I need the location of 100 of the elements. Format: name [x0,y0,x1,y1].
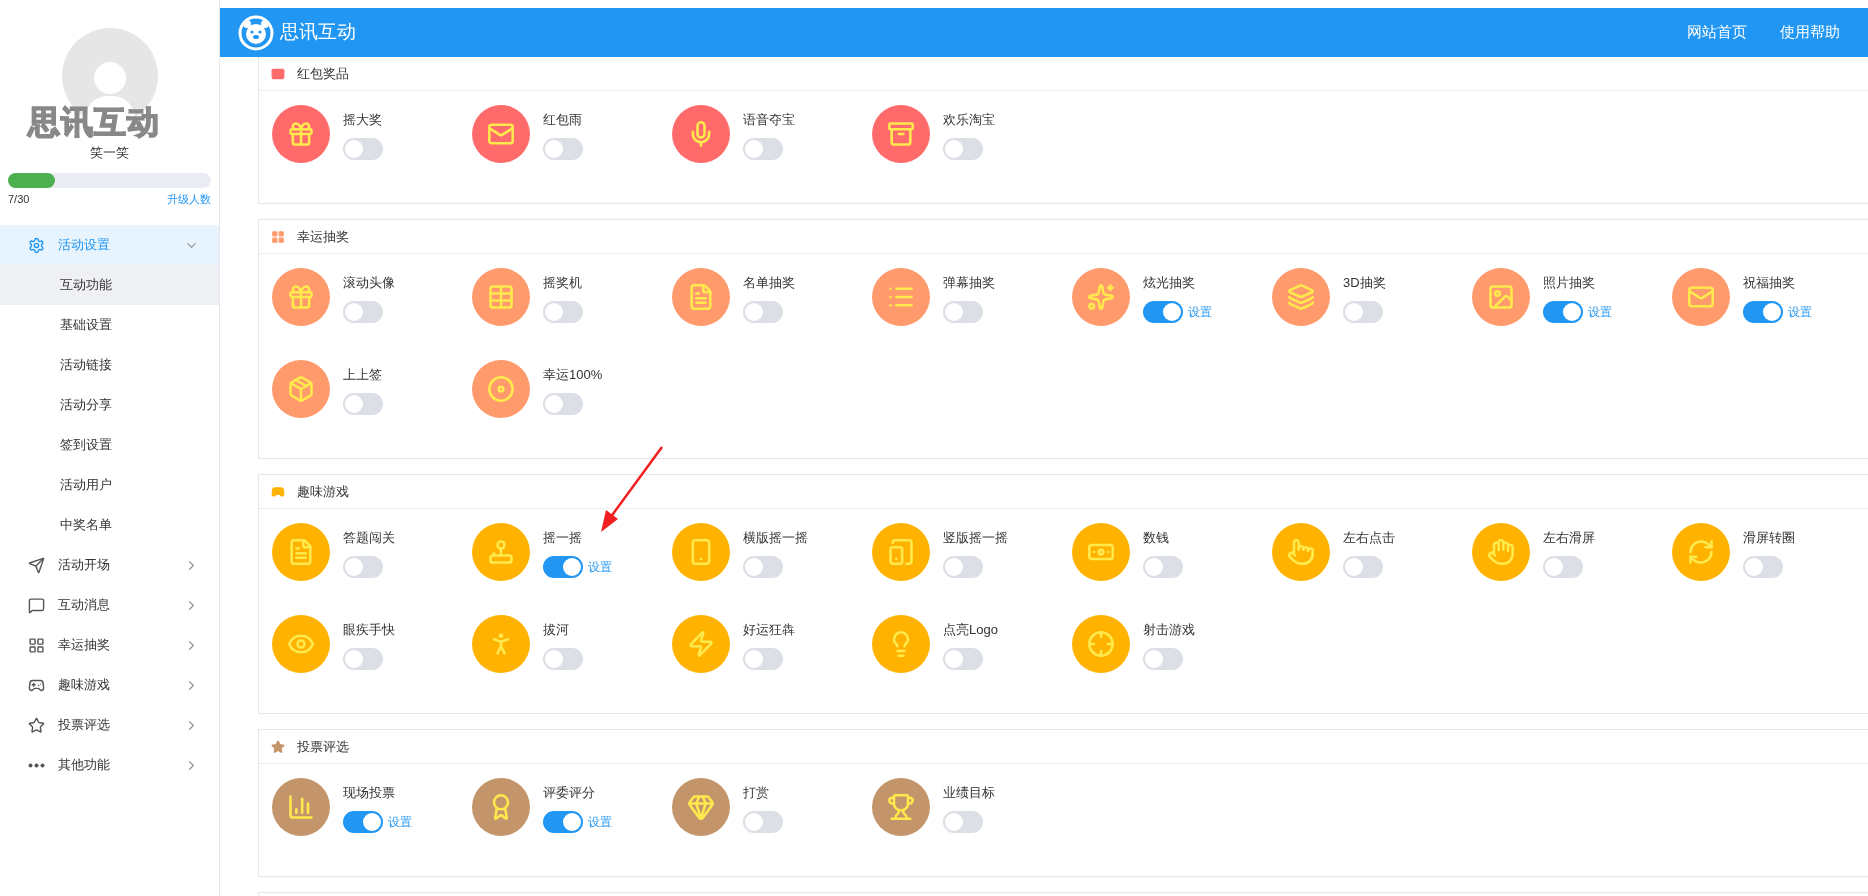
toggle-switch[interactable] [1343,300,1383,323]
feature-glyph-icon [887,120,915,148]
feature-glyph-icon [487,283,515,311]
toggle-switch[interactable] [943,647,983,670]
feature-icon[interactable] [1672,523,1730,581]
feature-icon[interactable] [272,523,330,581]
feature-icon[interactable] [672,105,730,163]
submenu-item[interactable]: 活动分享 [0,385,219,425]
feature-icon[interactable] [672,523,730,581]
toggle-switch[interactable] [943,137,983,160]
feature-icon[interactable] [872,105,930,163]
feature-icon[interactable] [472,105,530,163]
submenu-item[interactable]: 活动链接 [0,345,219,385]
toggle-switch[interactable] [543,137,583,160]
feature-icon[interactable] [1272,523,1330,581]
feature-icon[interactable] [672,268,730,326]
menu-item[interactable]: 趣味游戏 [0,665,219,705]
toggle-switch[interactable] [543,810,583,833]
feature-label: 眼疾手快 [343,621,395,639]
menu-item[interactable]: 幸运抽奖 [0,625,219,665]
toggle-switch[interactable] [743,555,783,578]
feature-icon[interactable] [472,778,530,836]
toggle-switch[interactable] [943,810,983,833]
toggle-switch[interactable] [543,392,583,415]
submenu-item[interactable]: 活动用户 [0,465,219,505]
toggle-switch[interactable] [543,300,583,323]
feature-glyph-icon [1687,538,1715,566]
toggle-switch[interactable] [343,555,383,578]
feature-icon[interactable] [872,615,930,673]
menu-item[interactable]: 互动消息 [0,585,219,625]
feature-icon[interactable] [1472,523,1530,581]
feature-icon[interactable] [272,268,330,326]
feature-icon[interactable] [1272,268,1330,326]
toggle-switch[interactable] [1543,555,1583,578]
toggle-switch[interactable] [743,810,783,833]
feature-icon[interactable] [272,105,330,163]
menu-item[interactable]: 活动开场 [0,545,219,585]
feature-label: 炫光抽奖 [1143,274,1196,292]
toggle-switch[interactable] [1743,300,1783,323]
feature-icon[interactable] [672,778,730,836]
toggle-switch[interactable] [1143,300,1183,323]
feature-icon[interactable] [272,778,330,836]
feature-label: 拔河 [543,621,570,639]
menu-icon [28,636,45,654]
feature-label: 现场投票 [343,784,396,802]
toggle-switch[interactable] [343,300,383,323]
feature-icon[interactable] [272,615,330,673]
feature-glyph-icon [487,120,515,148]
toggle-switch[interactable] [943,555,983,578]
toggle-switch[interactable] [343,137,383,160]
feature-icon[interactable] [1472,268,1530,326]
toggle-switch[interactable] [743,137,783,160]
feature-icon[interactable] [872,778,930,836]
feature-icon[interactable] [472,615,530,673]
toggle-switch[interactable] [343,810,383,833]
feature-icon[interactable] [1072,523,1130,581]
toggle-switch[interactable] [1543,300,1583,323]
feature-icon[interactable] [1672,268,1730,326]
feature-label: 摇大奖 [343,111,383,129]
feature-glyph-icon [287,375,315,403]
menu-item[interactable]: 投票评选 [0,705,219,745]
feature-icon[interactable] [472,268,530,326]
feature-label: 祝福抽奖 [1743,274,1796,292]
toggle-switch[interactable] [743,647,783,670]
feature-icon[interactable] [1072,268,1130,326]
feature-label: 幸运100% [543,366,603,384]
submenu-item[interactable]: 中奖名单 [0,505,219,545]
toggle-switch[interactable] [343,392,383,415]
toggle-switch[interactable] [743,300,783,323]
toggle-switch[interactable] [343,647,383,670]
feature-icon[interactable] [672,615,730,673]
feature-label: 摇一摇 [543,529,583,547]
toggle-switch[interactable] [1143,555,1183,578]
menu-icon [28,716,45,734]
feature-label: 欢乐淘宝 [943,111,995,129]
feature-glyph-icon [887,793,915,821]
toggle-switch[interactable] [943,300,983,323]
submenu-item[interactable]: 互动功能 [0,265,219,305]
submenu-item[interactable]: 基础设置 [0,305,219,345]
feature-label: 射击游戏 [1143,621,1195,639]
toggle-switch[interactable] [1143,647,1183,670]
submenu-item[interactable]: 签到设置 [0,425,219,465]
brand-name: 思讯互动 [280,20,357,45]
feature-icon[interactable] [472,523,530,581]
user-name: 笑一笑 [89,144,130,162]
feature-label: 3D抽奖 [1343,274,1386,292]
feature-icon[interactable] [872,523,930,581]
feature-icon[interactable] [1072,615,1130,673]
feature-label: 弹幕抽奖 [943,274,995,292]
feature-icon[interactable] [272,360,330,418]
feature-glyph-icon [287,793,315,821]
feature-icon[interactable] [472,360,530,418]
menu-item[interactable]: 其他功能 [0,745,219,785]
toggle-switch[interactable] [543,555,583,578]
toggle-switch[interactable] [543,647,583,670]
feature-icon[interactable] [872,268,930,326]
toggle-switch[interactable] [1743,555,1783,578]
section-title: 幸运抽奖 [297,227,349,246]
feature-label: 业绩目标 [943,784,995,802]
toggle-switch[interactable] [1343,555,1383,578]
